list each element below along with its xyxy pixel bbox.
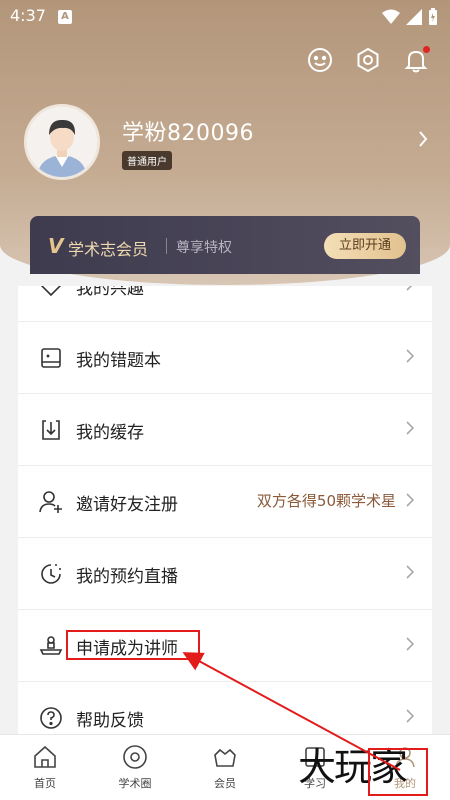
annotation-arrow bbox=[182, 652, 401, 771]
